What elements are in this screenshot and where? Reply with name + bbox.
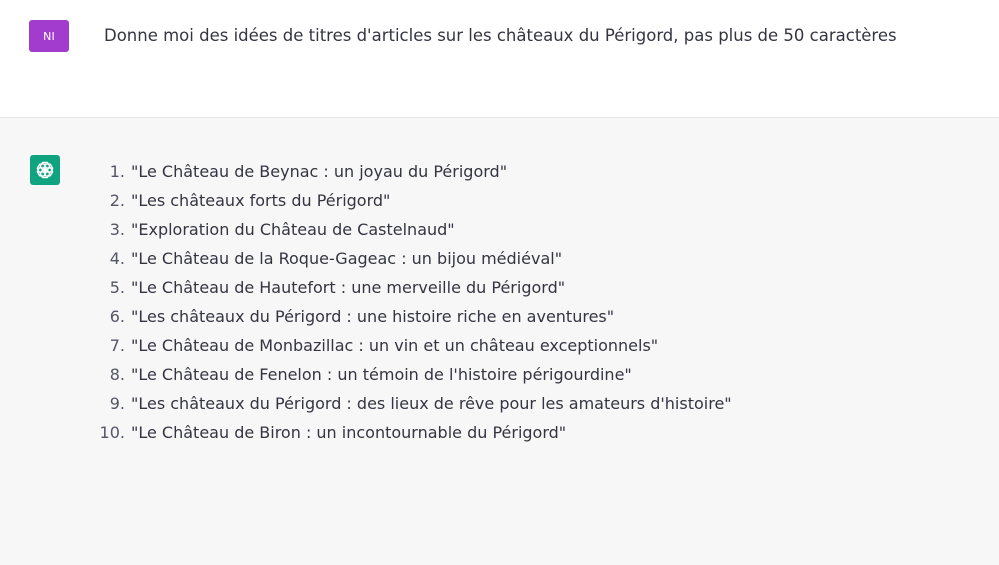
list-item-text: "Exploration du Château de Castelnaud"	[131, 220, 455, 239]
list-item-number: 6.	[109, 307, 125, 326]
list-item-text: "Le Château de Monbazillac : un vin et u…	[131, 336, 659, 355]
user-avatar-initials: NI	[43, 29, 55, 43]
user-message: NI Donne moi des idées de titres d'artic…	[0, 0, 999, 118]
user-message-text: Donne moi des idées de titres d'articles…	[104, 26, 897, 45]
list-item-text: "Les châteaux forts du Périgord"	[131, 191, 391, 210]
list-item-number: 2.	[109, 191, 125, 210]
list-item-number: 5.	[109, 278, 125, 297]
list-item: 1. "Le Château de Beynac : un joyau du Pé…	[90, 159, 732, 185]
list-item-text: "Le Château de Beynac : un joyau du Péri…	[131, 162, 508, 181]
list-item-number: 9.	[109, 394, 125, 413]
openai-logo-icon	[30, 155, 60, 185]
list-item-text: "Les châteaux du Périgord : des lieux de…	[131, 394, 732, 413]
list-item-number: 10.	[99, 423, 125, 442]
user-avatar: NI	[29, 20, 69, 52]
list-item: 5. "Le Château de Hautefort : une merveil…	[90, 275, 732, 301]
list-item: 10. "Le Château de Biron : un incontourna…	[90, 420, 732, 446]
list-item-text: "Le Château de Hautefort : une merveille…	[131, 278, 566, 297]
list-item-text: "Le Château de Biron : un incontournable…	[131, 423, 567, 442]
list-item-number: 8.	[109, 365, 125, 384]
list-item-text: "Les châteaux du Périgord : une histoire…	[131, 307, 615, 326]
answer-list: 1. "Le Château de Beynac : un joyau du Pé…	[90, 159, 732, 449]
list-item-number: 7.	[109, 336, 125, 355]
list-item-number: 1.	[109, 162, 125, 181]
list-item: 7. "Le Château de Monbazillac : un vin et…	[90, 333, 732, 359]
list-item: 4. "Le Château de la Roque-Gageac : un bi…	[90, 246, 732, 272]
list-item-number: 3.	[109, 220, 125, 239]
list-item-number: 4.	[109, 249, 125, 268]
list-item: 8. "Le Château de Fenelon : un témoin de …	[90, 362, 732, 388]
list-item: 3. "Exploration du Château de Castelnaud"	[90, 217, 732, 243]
list-item: 9. "Les châteaux du Périgord : des lieux …	[90, 391, 732, 417]
list-item-text: "Le Château de la Roque-Gageac : un bijo…	[131, 249, 563, 268]
list-item: 2. "Les châteaux forts du Périgord"	[90, 188, 732, 214]
list-item-text: "Le Château de Fenelon : un témoin de l'…	[131, 365, 632, 384]
chat-thread: NI Donne moi des idées de titres d'artic…	[0, 0, 999, 565]
list-item: 6. "Les châteaux du Périgord : une histoi…	[90, 304, 732, 330]
